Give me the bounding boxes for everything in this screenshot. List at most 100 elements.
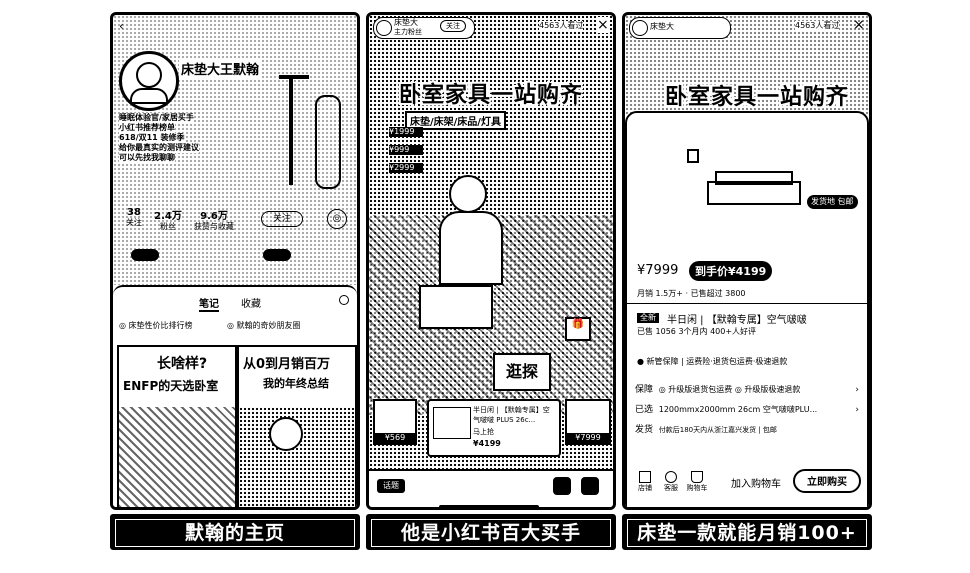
bio-line: 小红书推荐榜单 [119,123,175,133]
share-button[interactable] [581,477,599,495]
note-card[interactable]: 从0到月销百万 我的年终总结 [237,345,357,507]
back-icon[interactable]: ‹ [119,19,124,33]
note-card-title: 从0到月销百万 [243,353,331,372]
caption-left: 默翰的主页 [110,514,360,550]
host-body [439,211,503,285]
bio-line: 618/双11 装修季 [119,133,185,143]
tab-notes[interactable]: 笔记 [199,295,219,312]
live-phone: 床垫大 主力粉丝 关注 4563人看过 × 卧室家具一站购齐 床垫/床架/床品/… [366,12,616,510]
viewer-count: 4563人看过 [539,21,584,31]
nav-service[interactable]: 客服 [661,471,681,493]
stat-label: 关注 [126,218,142,227]
divider [627,303,867,304]
nav-cart[interactable]: 购物车 [685,471,709,493]
sticker: 逛探 [493,353,551,391]
product-image [687,143,807,213]
notes-panel: 笔记 收藏 ◎ 床垫性价比排行榜 ◎ 默翰的奇妙朋友圈 长啥样? ENFP的天选… [113,285,357,507]
price-tag: ¥1999 [389,127,423,137]
pinned-item[interactable]: ◎ 床垫性价比排行榜 [119,321,193,331]
stat-followers[interactable]: 2.4万 粉丝 [151,207,185,232]
follow-button[interactable]: 关注 [261,211,303,227]
price-tag: ¥2999 [389,163,423,173]
left-product-price: ¥569 [375,433,415,443]
detail-row[interactable]: 发货 付款后180天内从浙江嘉兴发货 | 包邮 [635,423,859,437]
product-image [433,407,471,439]
avatar[interactable] [119,51,179,111]
host-badge[interactable]: 床垫大 主力粉丝 关注 [373,17,475,39]
buy-now-button[interactable]: 立即购买 [793,469,861,493]
nav-label: 购物车 [686,484,708,492]
product-buy-label: 马上抢 [473,428,494,436]
home-indicator [439,505,539,507]
pin-icon: ◎ [227,321,237,330]
tab-collections[interactable]: 收藏 [241,295,261,310]
lamp-arm [279,75,309,79]
sold-row: 已售 1056 3个月内 400+人好评 [637,327,757,336]
shop-badge: 全新 [637,313,659,323]
shield-icon: ● [637,357,647,366]
note-card-title: 长啥样? [157,353,208,373]
stat-value: 38 [127,207,141,218]
price-list: ¥1999 ¥999 ¥2999 [389,127,423,173]
detail-row[interactable]: 保障 ◎ 升级版退货包运费 ◎ 升级版极速退款 › [635,383,859,397]
profile-tags [123,245,349,269]
close-icon[interactable]: × [597,17,609,33]
chat-button[interactable]: ◎ [327,209,347,229]
product-phone: 床垫大 4563人看过 × 卧室家具一站购齐 发货地 包邮 ¥7999 到手价¥… [622,12,872,510]
live-banner: 卧室家具一站购齐 [665,85,850,110]
sales-row: 月销 1.5万+ · 已售超过 3800 [637,289,746,298]
chevron-right-icon: › [855,385,859,395]
caption-text: 他是小红书百大买手 [371,519,611,547]
guarantee-row[interactable]: ● 新管保障 | 运费险·退货包运费·极速退款 [637,357,787,367]
add-to-cart-button[interactable]: 加入购物车 [731,475,781,490]
search-icon[interactable] [339,295,349,305]
product-card[interactable]: 半日闲 | 【默翰专属】空气啵啵 PLUS 26c... 马上抢 ¥4199 [427,399,561,457]
right-product-thumb[interactable]: ¥7999 [565,399,611,445]
nav-label: 客服 [664,484,678,492]
person-illustration [269,417,303,451]
bottom-tab[interactable]: 话题 [377,479,405,493]
detail-value: ◎ 升级版退货包运费 ◎ 升级版极速退款 [658,385,801,394]
host-sub: 主力粉丝 [394,28,422,36]
note-card[interactable]: 长啥样? ENFP的天选卧室 [117,345,237,507]
live-banner: 卧室家具一站购齐 [399,83,584,108]
host-badge[interactable]: 床垫大 [629,17,731,39]
stat-label: 粉丝 [160,222,176,231]
product-title: 半日闲 | 【默翰专属】空气啵啵 PLUS 26c... [473,406,550,424]
guarantee-text: 新管保障 | 运费险·退货包运费·极速退款 [646,357,788,366]
caption-middle: 他是小红书百大买手 [366,514,616,550]
note-card-subtitle: 我的年终总结 [263,375,329,391]
gift-icon[interactable]: 🎁 [565,317,591,341]
pinned-label: 默翰的奇妙朋友圈 [236,321,301,330]
caption-text: 默翰的主页 [115,519,355,547]
stat-value: 9.6万 [200,211,228,222]
profile-phone: ‹ 床垫大王默翰 睡眠体验官/家居买手 小红书推荐榜单 618/双11 装修季 … [110,12,360,510]
product-sheet: 发货地 包邮 ¥7999 到手价¥4199 月销 1.5万+ · 已售超过 38… [625,111,869,507]
chevron-right-icon: › [855,405,859,415]
left-product-thumb[interactable]: ¥569 [373,399,417,445]
pinned-item[interactable]: ◎ 默翰的奇妙朋友圈 [227,321,301,331]
detail-key: 保障 [635,385,654,395]
detail-value: 1200mmx2000mm 26cm 空气啵啵PLU... [658,405,818,414]
store-icon [639,471,651,483]
host-avatar [632,20,648,36]
caption-text: 床垫一款就能月销100+ [627,519,867,547]
detail-value: 付款后180天内从浙江嘉兴发货 | 包邮 [658,426,777,434]
bio-line: 可以先找我聊聊 [119,153,175,163]
cart-button[interactable] [553,477,571,495]
nav-label: 店铺 [638,484,652,492]
viewer-count: 4563人看过 [795,21,840,31]
host-follow-button[interactable]: 关注 [440,20,466,32]
detail-row[interactable]: 已选 1200mmx2000mm 26cm 空气啵啵PLU... › [635,403,859,417]
bottom-bar: 话题 [369,469,613,507]
stat-likes[interactable]: 9.6万 获赞与收藏 [189,207,239,232]
bio-line: 给你最真实的测评建议 [119,143,199,153]
nav-store[interactable]: 店铺 [635,471,655,493]
stat-following[interactable]: 38 关注 [119,207,149,228]
cart-icon [691,471,703,483]
right-product-price: ¥7999 [567,433,609,443]
stats-row: 38 关注 2.4万 粉丝 9.6万 获赞与收藏 [119,207,259,237]
close-icon[interactable]: × [853,17,865,33]
note-card-subtitle: ENFP的天选卧室 [123,377,219,394]
bottom-actions: 店铺 客服 购物车 加入购物车 立即购买 [627,467,867,507]
